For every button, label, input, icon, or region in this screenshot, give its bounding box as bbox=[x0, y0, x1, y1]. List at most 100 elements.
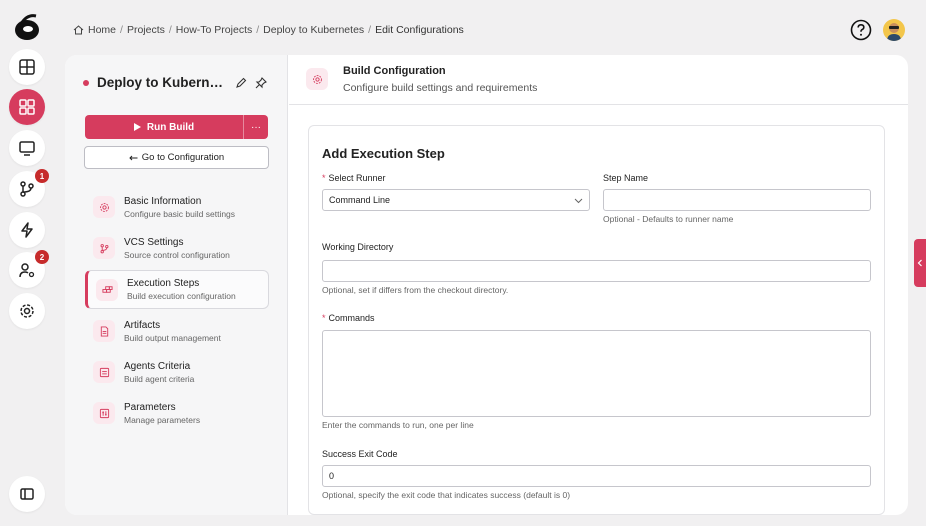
sidebar-toggle-icon bbox=[20, 488, 34, 500]
runner-select[interactable]: Command Line bbox=[322, 189, 590, 211]
nav-title: Parameters bbox=[124, 401, 176, 413]
nav-title: VCS Settings bbox=[124, 236, 184, 248]
steps-icon bbox=[96, 278, 118, 301]
play-icon bbox=[133, 123, 141, 131]
nav-item-basic-information[interactable]: Basic Information Configure basic build … bbox=[85, 188, 269, 226]
content-header: Build Configuration Configure build sett… bbox=[289, 55, 908, 105]
breadcrumb-deploy-to-kubernetes[interactable]: Deploy to Kubernetes bbox=[263, 24, 364, 36]
nav-subtitle: Configure basic build settings bbox=[124, 208, 236, 219]
nav-subtitle: Manage parameters bbox=[124, 414, 201, 425]
run-build-split-button: Run Build ··· bbox=[85, 115, 268, 139]
success-exit-code-label: Success Exit Code bbox=[322, 449, 398, 459]
commands-textarea[interactable] bbox=[322, 330, 871, 417]
agents-badge: 2 bbox=[35, 250, 49, 264]
nav-subtitle: Build execution configuration bbox=[127, 291, 236, 301]
page-subtitle: Configure build settings and requirement… bbox=[343, 82, 538, 94]
commands-label-text: Commands bbox=[328, 313, 375, 323]
step-name-label: Step Name bbox=[603, 173, 649, 183]
runner-label-text: Select Runner bbox=[328, 173, 386, 183]
breadcrumb-separator: / bbox=[368, 24, 372, 36]
nav-subtitle: Build agent criteria bbox=[124, 373, 195, 384]
vcs-badge: 1 bbox=[35, 169, 49, 183]
go-to-configuration-button[interactable]: Go to Configuration bbox=[84, 146, 269, 169]
project-name: Deploy to Kubernetes bbox=[97, 75, 227, 90]
working-directory-label: Working Directory bbox=[322, 242, 394, 252]
breadcrumb-separator: / bbox=[256, 24, 260, 36]
gear-icon bbox=[93, 196, 115, 218]
run-build-more-button[interactable]: ··· bbox=[244, 115, 268, 139]
breadcrumb-projects[interactable]: Projects bbox=[127, 24, 165, 36]
project-title: Deploy to Kubernetes bbox=[83, 75, 227, 90]
edit-icon[interactable] bbox=[235, 77, 247, 89]
rail-dashboard-button[interactable] bbox=[9, 49, 45, 85]
required-marker: * bbox=[322, 313, 326, 323]
nav-item-artifacts[interactable]: Artifacts Build output management bbox=[85, 312, 269, 350]
file-icon bbox=[93, 320, 115, 342]
step-name-input[interactable] bbox=[603, 189, 871, 211]
chevron-down-icon bbox=[574, 198, 583, 204]
commands-label: * Commands bbox=[322, 313, 375, 323]
parameters-icon bbox=[93, 402, 115, 424]
project-status-dot bbox=[83, 79, 89, 86]
success-exit-code-input[interactable]: 0 bbox=[322, 465, 871, 487]
help-icon[interactable] bbox=[850, 19, 872, 41]
arrow-left-icon bbox=[129, 155, 138, 160]
form-title: Add Execution Step bbox=[322, 146, 445, 161]
nav-title: Execution Steps bbox=[127, 278, 200, 289]
commands-hint: Enter the commands to run, one per line bbox=[322, 420, 474, 430]
nav-item-vcs-settings[interactable]: VCS Settings Source control configuratio… bbox=[85, 229, 269, 267]
nav-item-execution-steps[interactable]: Execution Steps Build execution configur… bbox=[85, 270, 269, 309]
monitor-icon bbox=[19, 141, 35, 156]
rail-vcs-button[interactable]: 1 bbox=[9, 169, 49, 207]
success-exit-code-value: 0 bbox=[329, 471, 335, 481]
rail-projects-button[interactable] bbox=[9, 89, 45, 125]
expand-panel-tab[interactable] bbox=[914, 239, 926, 287]
config-sidebar: Deploy to Kubernetes Run Build ··· Go to… bbox=[65, 55, 288, 515]
app-logo-icon[interactable] bbox=[12, 10, 42, 42]
runner-label: * Select Runner bbox=[322, 173, 386, 183]
rail-settings-button[interactable] bbox=[9, 293, 45, 329]
gear-icon bbox=[306, 68, 328, 90]
chevron-left-icon bbox=[917, 259, 922, 267]
breadcrumb-separator: / bbox=[120, 24, 123, 36]
rail-toggle-sidebar-button[interactable] bbox=[9, 476, 45, 512]
config-nav: Basic Information Configure basic build … bbox=[85, 188, 269, 435]
layout-icon bbox=[19, 59, 35, 75]
breadcrumb-home[interactable]: Home bbox=[88, 24, 116, 36]
breadcrumb-separator: / bbox=[168, 24, 172, 36]
rail-monitor-button[interactable] bbox=[9, 130, 45, 166]
nav-item-agents-criteria[interactable]: Agents Criteria Build agent criteria bbox=[85, 353, 269, 391]
breadcrumb: Home / Projects / How-To Projects / Depl… bbox=[73, 24, 464, 36]
run-build-button[interactable]: Run Build bbox=[85, 115, 244, 139]
home-icon[interactable] bbox=[73, 25, 84, 35]
user-settings-icon bbox=[19, 263, 35, 278]
working-directory-hint: Optional, set if differs from the checko… bbox=[322, 285, 509, 295]
run-build-label: Run Build bbox=[146, 121, 195, 133]
lightning-icon bbox=[21, 222, 33, 238]
working-directory-input[interactable] bbox=[322, 260, 871, 282]
nav-item-parameters[interactable]: Parameters Manage parameters bbox=[85, 394, 269, 432]
left-rail: 1 2 bbox=[0, 0, 52, 526]
breadcrumb-how-to-projects[interactable]: How-To Projects bbox=[176, 24, 252, 36]
page-title: Build Configuration bbox=[343, 65, 446, 77]
user-avatar-icon bbox=[887, 23, 901, 41]
nav-title: Basic Information bbox=[124, 195, 202, 207]
pin-icon[interactable] bbox=[255, 77, 267, 89]
branch-icon bbox=[20, 181, 34, 197]
success-exit-code-hint: Optional, specify the exit code that ind… bbox=[322, 490, 571, 500]
rail-activity-button[interactable] bbox=[9, 212, 45, 248]
rail-agents-button[interactable]: 2 bbox=[9, 250, 49, 288]
required-marker: * bbox=[322, 173, 326, 183]
grid-icon bbox=[19, 99, 35, 115]
gear-icon bbox=[20, 304, 34, 318]
nav-title: Agents Criteria bbox=[124, 360, 191, 372]
avatar[interactable] bbox=[883, 19, 905, 41]
branch-icon bbox=[93, 237, 115, 259]
nav-subtitle: Source control configuration bbox=[124, 249, 230, 260]
breadcrumb-current: Edit Configurations bbox=[375, 24, 464, 36]
main-card: Deploy to Kubernetes Run Build ··· Go to… bbox=[65, 55, 908, 515]
agent-icon bbox=[93, 361, 115, 383]
nav-subtitle: Build output management bbox=[124, 332, 221, 343]
add-execution-step-form: Add Execution Step * Select Runner Comman… bbox=[308, 125, 885, 515]
step-name-hint: Optional - Defaults to runner name bbox=[603, 214, 734, 224]
